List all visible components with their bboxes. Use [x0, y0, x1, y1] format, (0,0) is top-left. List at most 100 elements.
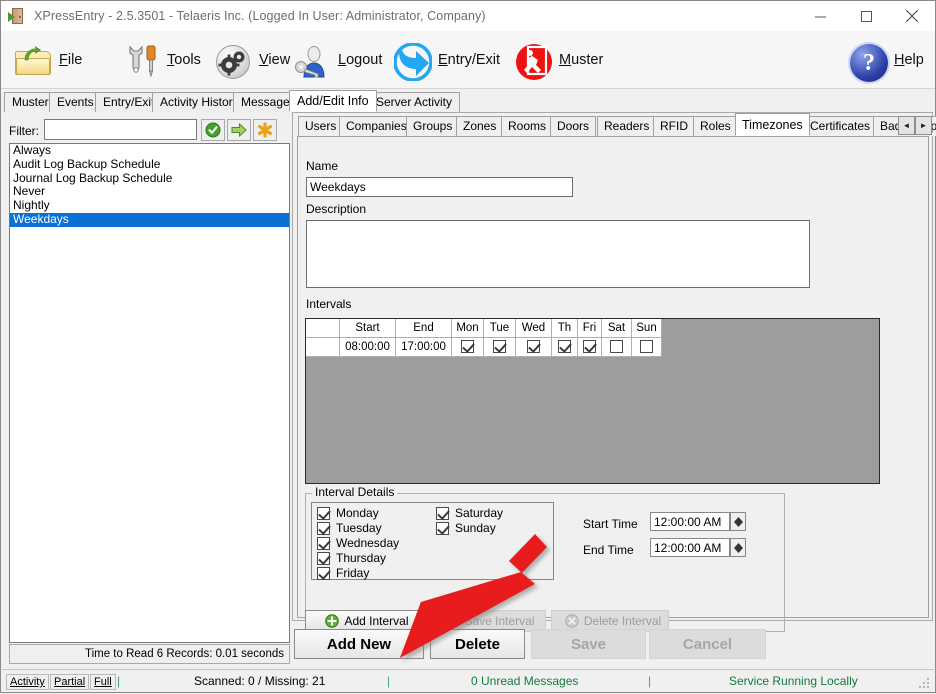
status-link-full[interactable]: Full [90, 674, 116, 690]
close-icon[interactable] [889, 1, 935, 31]
checkbox-sun[interactable] [640, 340, 653, 353]
green-arrow-icon[interactable] [227, 119, 251, 141]
toolbar-item-entry-exit[interactable]: Entry/Exit [390, 31, 500, 89]
checkbox-wednesday[interactable] [317, 537, 330, 550]
toolbar-item-help[interactable]: ? Help [846, 31, 924, 89]
grid-col-wed[interactable]: Wed [516, 319, 552, 338]
maximize-icon[interactable] [843, 1, 889, 31]
grid-col-sat[interactable]: Sat [602, 319, 632, 338]
grid-col-sun[interactable]: Sun [632, 319, 662, 338]
tab-scroll-right-button[interactable]: ► [915, 116, 932, 135]
grid-col-end[interactable]: End [396, 319, 452, 338]
status-link-partial[interactable]: Partial [50, 674, 89, 690]
checkbox-wed[interactable] [527, 340, 540, 353]
subtab-users[interactable]: Users [298, 116, 343, 136]
day-monday[interactable]: Monday [317, 506, 379, 520]
grid-col-fri[interactable]: Fri [578, 319, 602, 338]
tab-server-activity[interactable]: Server Activity [368, 92, 460, 112]
subtab-readers[interactable]: Readers [597, 116, 656, 136]
folder-open-icon [11, 37, 57, 83]
row-th-cell[interactable] [552, 338, 578, 357]
subtab-rfid[interactable]: RFID [653, 116, 695, 136]
row-fri-cell[interactable] [578, 338, 602, 357]
row-start-cell[interactable]: 08:00:00 [340, 338, 396, 357]
delete-button[interactable]: Delete [430, 629, 525, 659]
table-row[interactable]: 08:00:00 17:00:00 [306, 338, 879, 357]
timezones-tab-page: Name Description Intervals Start End Mon… [297, 136, 929, 618]
day-thursday[interactable]: Thursday [317, 551, 386, 565]
checkbox-th[interactable] [558, 340, 571, 353]
intervals-grid[interactable]: Start End Mon Tue Wed Th Fri Sat Sun 08:… [305, 318, 880, 484]
checkbox-tuesday[interactable] [317, 522, 330, 535]
row-mon-cell[interactable] [452, 338, 484, 357]
day-wednesday[interactable]: Wednesday [317, 536, 399, 550]
subtab-certificates[interactable]: Certificates [803, 116, 877, 136]
toolbar-item-view[interactable]: View [211, 31, 290, 89]
subtab-zones[interactable]: Zones [456, 116, 503, 136]
start-time-input[interactable]: 12:00:00 AM [650, 512, 730, 531]
end-time-input[interactable]: 12:00:00 AM [650, 538, 730, 557]
list-item[interactable]: Audit Log Backup Schedule [10, 158, 289, 172]
minimize-icon[interactable] [797, 1, 843, 31]
filter-input[interactable] [44, 119, 197, 140]
checkbox-thursday[interactable] [317, 552, 330, 565]
status-bar: Activity Partial Full | Scanned: 0 / Mis… [2, 669, 934, 692]
list-item-selected[interactable]: Weekdays [10, 213, 289, 227]
toolbar-item-tools[interactable]: Tools [119, 31, 201, 89]
subtab-rooms[interactable]: Rooms [501, 116, 553, 136]
row-wed-cell[interactable] [516, 338, 552, 357]
tab-scroll-left-button[interactable]: ◄ [898, 116, 915, 135]
status-unread-messages[interactable]: 0 Unread Messages [471, 674, 578, 689]
tab-events[interactable]: Events [49, 92, 102, 112]
checkbox-sunday[interactable] [436, 522, 449, 535]
subtab-companies[interactable]: Companies [339, 116, 414, 136]
grid-col-mon[interactable]: Mon [452, 319, 484, 338]
subtab-doors[interactable]: Doors [550, 116, 596, 136]
user-key-icon [290, 37, 336, 83]
day-sunday[interactable]: Sunday [436, 521, 496, 535]
add-new-button[interactable]: Add New [294, 629, 424, 659]
start-time-spinner[interactable] [730, 512, 746, 531]
orange-asterisk-icon[interactable] [253, 119, 277, 141]
status-link-activity[interactable]: Activity [6, 674, 49, 690]
toolbar-item-file[interactable]: FFileile [11, 31, 82, 89]
filter-label: Filter: [9, 124, 39, 138]
grid-col-tue[interactable]: Tue [484, 319, 516, 338]
delete-interval-label: Delete Interval [584, 614, 661, 628]
green-check-icon[interactable] [201, 119, 225, 141]
day-saturday[interactable]: Saturday [436, 506, 503, 520]
checkbox-mon[interactable] [461, 340, 474, 353]
status-service-text: Service Running Locally [729, 674, 858, 689]
checkbox-tue[interactable] [493, 340, 506, 353]
timezone-list[interactable]: Always Audit Log Backup Schedule Journal… [9, 143, 290, 643]
row-tue-cell[interactable] [484, 338, 516, 357]
checkbox-sat[interactable] [610, 340, 623, 353]
days-checkbox-panel[interactable]: Monday Tuesday Wednesday Thursday Friday… [311, 502, 554, 580]
checkbox-saturday[interactable] [436, 507, 449, 520]
list-item[interactable]: Never [10, 185, 289, 199]
checkbox-friday[interactable] [317, 567, 330, 580]
row-selector-cell[interactable] [306, 338, 340, 357]
list-item[interactable]: Always [10, 144, 289, 158]
grid-col-start[interactable]: Start [340, 319, 396, 338]
list-item[interactable]: Nightly [10, 199, 289, 213]
tab-add-edit-info[interactable]: Add/Edit Info [289, 90, 377, 112]
list-item[interactable]: Journal Log Backup Schedule [10, 172, 289, 186]
name-input[interactable] [306, 177, 573, 197]
description-textarea[interactable] [306, 220, 810, 288]
day-friday[interactable]: Friday [317, 566, 369, 580]
end-time-spinner[interactable] [730, 538, 746, 557]
grid-col-th[interactable]: Th [552, 319, 578, 338]
row-end-cell[interactable]: 17:00:00 [396, 338, 452, 357]
subtab-roles[interactable]: Roles [693, 116, 738, 136]
resize-grip-icon[interactable] [919, 678, 931, 690]
subtab-timezones[interactable]: Timezones [735, 113, 810, 136]
row-sun-cell[interactable] [632, 338, 662, 357]
checkbox-fri[interactable] [583, 340, 596, 353]
row-sat-cell[interactable] [602, 338, 632, 357]
checkbox-monday[interactable] [317, 507, 330, 520]
day-tuesday[interactable]: Tuesday [317, 521, 382, 535]
subtab-groups[interactable]: Groups [406, 116, 459, 136]
toolbar-item-muster[interactable]: Muster [511, 31, 603, 89]
toolbar-item-logout[interactable]: Logout [290, 31, 382, 89]
